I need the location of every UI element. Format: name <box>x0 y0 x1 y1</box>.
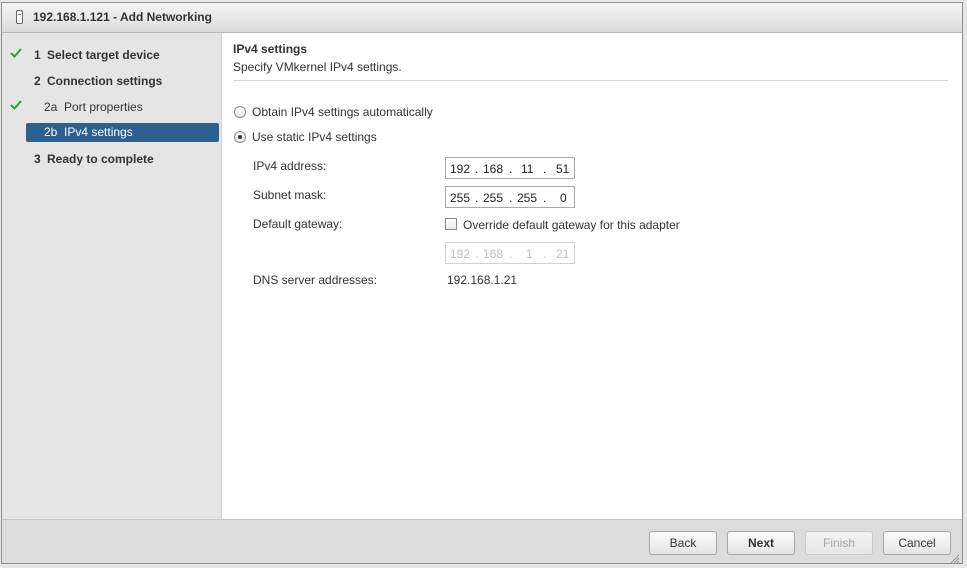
step-ipv4-settings[interactable]: 2b IPv4 settings <box>26 123 219 142</box>
step-number: 3 <box>34 152 41 166</box>
checkmark-icon <box>10 48 22 58</box>
page-description: Specify VMkernel IPv4 settings. <box>233 60 402 74</box>
ipv4-octet-4[interactable]: 51 <box>556 162 569 176</box>
step-number: 2b <box>44 125 58 139</box>
ipv4-octet-2[interactable]: 168 <box>483 162 503 176</box>
dot: . <box>475 162 479 176</box>
step-label: IPv4 settings <box>64 125 133 139</box>
step-label: Ready to complete <box>47 152 154 166</box>
step-label: Select target device <box>47 48 160 62</box>
page-title: IPv4 settings <box>233 42 308 56</box>
step-label: Port properties <box>64 100 143 114</box>
dot: . <box>475 247 479 261</box>
subnet-octet-1[interactable]: 255 <box>450 191 470 205</box>
window-title: 192.168.1.121 - Add Networking <box>33 10 212 24</box>
subnet-mask-label: Subnet mask: <box>253 188 327 202</box>
step-port-properties[interactable]: 2a Port properties <box>2 98 221 116</box>
dot: . <box>543 247 547 261</box>
dialog-footer: Back Next Finish Cancel <box>2 519 962 564</box>
gateway-octet-4: 21 <box>556 247 570 261</box>
cancel-button[interactable]: Cancel <box>883 531 951 555</box>
divider <box>233 80 948 81</box>
ipv4-octet-3[interactable]: 11 <box>521 162 533 176</box>
main-panel: IPv4 settings Specify VMkernel IPv4 sett… <box>222 33 962 519</box>
back-button[interactable]: Back <box>649 531 717 555</box>
dot: . <box>509 191 513 205</box>
step-ready-to-complete[interactable]: 3 Ready to complete <box>2 150 221 168</box>
subnet-octet-2[interactable]: 255 <box>483 191 503 205</box>
dot: . <box>509 247 513 261</box>
finish-button: Finish <box>805 531 873 555</box>
dot: . <box>543 162 547 176</box>
gateway-octet-2: 168 <box>483 247 504 261</box>
step-number: 1 <box>34 48 41 62</box>
gateway-input: 192 . 168 . 1 . 21 <box>445 242 575 264</box>
resize-grip-icon[interactable] <box>950 554 960 564</box>
ipv4-octet-1[interactable]: 192 <box>450 162 470 176</box>
title-bar[interactable]: 192.168.1.121 - Add Networking <box>2 3 962 33</box>
step-label: Connection settings <box>47 74 163 88</box>
use-static-label[interactable]: Use static IPv4 settings <box>252 130 377 144</box>
override-gateway-checkbox[interactable] <box>445 218 457 230</box>
gateway-octet-3: 1 <box>526 247 533 261</box>
wizard-steps-sidebar: 1 Select target device 2 Connection sett… <box>2 33 222 519</box>
override-gateway-label[interactable]: Override default gateway for this adapte… <box>463 218 680 232</box>
dot: . <box>543 191 547 205</box>
subnet-mask-input[interactable]: 255 . 255 . 255 . 0 <box>445 186 575 208</box>
subnet-octet-3[interactable]: 255 <box>517 191 537 205</box>
dns-servers-value: 192.168.1.21 <box>447 273 518 287</box>
dot: . <box>475 191 479 205</box>
step-connection-settings[interactable]: 2 Connection settings <box>2 72 221 90</box>
step-select-target-device[interactable]: 1 Select target device <box>2 46 221 64</box>
gateway-octet-1: 192 <box>450 247 471 261</box>
ipv4-address-label: IPv4 address: <box>253 159 327 173</box>
add-networking-dialog: 192.168.1.121 - Add Networking 1 Select … <box>1 2 963 564</box>
subnet-octet-4[interactable]: 0 <box>560 191 567 205</box>
step-number: 2a <box>44 100 58 114</box>
ipv4-address-input[interactable]: 192 . 168 . 11 . 51 <box>445 157 575 179</box>
use-static-radio[interactable] <box>234 131 246 143</box>
dot: . <box>509 162 513 176</box>
default-gateway-label: Default gateway: <box>253 217 343 231</box>
checkmark-icon <box>10 100 22 110</box>
host-icon <box>16 10 23 24</box>
obtain-auto-radio[interactable] <box>234 106 246 118</box>
obtain-auto-label[interactable]: Obtain IPv4 settings automatically <box>252 105 433 119</box>
dns-servers-label: DNS server addresses: <box>253 273 378 287</box>
next-button[interactable]: Next <box>727 531 795 555</box>
step-number: 2 <box>34 74 41 88</box>
